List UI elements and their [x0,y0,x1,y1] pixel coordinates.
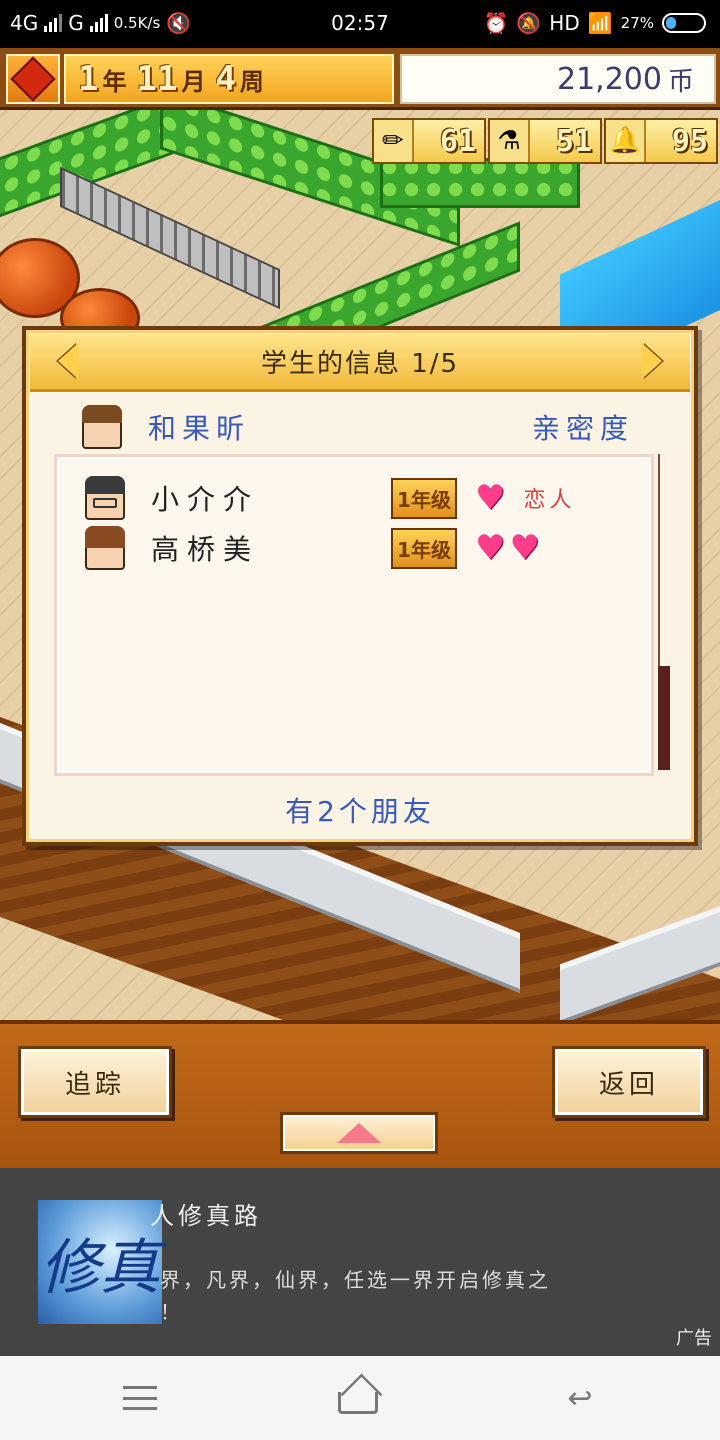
month-unit: 月 [181,67,206,96]
affinity-hearts: ♥ ♥ [475,531,540,565]
system-nav-bar: ↩ [0,1356,720,1440]
hedge [380,158,580,208]
pencil-icon: ✏ [374,120,414,162]
dialog-title: 学生的信息 1/5 [260,349,460,379]
affinity-header: 亲密度 [531,412,634,445]
student-avatar [82,405,122,449]
friend-avatar [85,476,125,520]
status-bar: 4G G 0.5K/s 🔇 02:57 ⏰ 🔕 HD 📶 27% [0,0,720,48]
grade-badge: 1年级 [391,477,457,519]
heart-icon: ♥ [475,528,506,568]
student-info-dialog: 学生的信息 1/5 和果昕 亲密度 小介介 1年级 ♥ 恋人 高桥美 1年级 ♥… [22,326,698,846]
ad-title[interactable]: 人修真路 [150,1196,262,1231]
heart-icon: ♥ [475,478,506,518]
track-button[interactable]: 追踪 [18,1046,172,1118]
stat-study: ✏ 61 [372,118,486,164]
expand-menu-button[interactable] [280,1112,438,1154]
flask-icon: ⚗ [490,120,530,162]
up-arrow-icon [337,1123,381,1143]
dialog-header: 学生的信息 1/5 [30,334,690,392]
game-date: 1 年 11 月 4 周 [64,54,394,104]
heart-icon: ♥ [509,528,540,568]
battery-icon [662,13,706,33]
year-value: 1 [78,59,99,99]
friend-count: 有2个朋友 [285,795,435,828]
season-badge[interactable] [6,54,60,104]
week-value: 4 [215,59,236,99]
maple-leaf-icon [10,56,56,102]
ad-description[interactable]: 界，凡界，仙界，任选一界开启修真之 ！ [160,1264,590,1328]
menu-icon [123,1386,157,1410]
stat-value: 61 [439,123,476,159]
ad-banner[interactable]: 修真 人修真路 界，凡界，仙界，任选一界开启修真之 ！ 广告 [0,1168,720,1356]
relation-label: 恋人 [523,488,576,513]
hd-label: HD [549,11,580,35]
student-name: 和果昕 [148,412,251,445]
wifi-icon: 📶 [587,11,613,35]
friend-name: 小介介 [151,483,260,516]
friend-avatar [85,526,125,570]
home-button[interactable] [338,1378,378,1418]
friend-list[interactable]: 小介介 1年级 ♥ 恋人 高桥美 1年级 ♥ ♥ [54,454,654,776]
scrollbar-thumb[interactable] [658,666,670,770]
stat-value: 51 [555,123,592,159]
money-display: 21,200 币 [400,54,716,104]
month-value: 11 [136,59,178,99]
stats-bar: ✏ 61 ⚗ 51 🔔 95 [370,118,718,164]
alarm-icon: ⏰ [483,11,509,35]
bottom-toolbar: 追踪 返回 [0,1020,720,1168]
home-icon [338,1392,378,1414]
menu-button[interactable] [120,1378,160,1418]
back-nav-button[interactable]: ↩ [560,1378,600,1418]
grade-badge: 1年级 [391,527,457,569]
bell-icon: 🔔 [606,120,646,162]
battery-percent: 27% [620,14,654,32]
next-student-button[interactable] [642,343,662,379]
prev-student-button[interactable] [58,343,78,379]
year-unit: 年 [102,67,127,96]
stat-value: 95 [671,123,708,159]
affinity-hearts: ♥ [475,481,505,515]
ad-image[interactable]: 修真 [38,1200,162,1324]
status-right: ⏰ 🔕 HD 📶 27% [483,11,706,35]
date-bar: 1 年 11 月 4 周 21,200 币 [0,48,720,110]
ad-label: 广告 [676,1328,712,1349]
money-value: 21,200 [557,61,662,97]
back-icon: ↩ [567,1380,593,1416]
friend-name: 高桥美 [151,533,260,566]
friend-row[interactable]: 小介介 1年级 ♥ 恋人 [85,473,645,523]
ad-image-text: 修真 [40,1232,160,1303]
stat-fame: 🔔 95 [604,118,718,164]
money-unit: 币 [667,66,694,97]
week-unit: 周 [239,67,264,96]
dnd-icon: 🔕 [516,11,542,35]
stat-science: ⚗ 51 [488,118,602,164]
student-header-row: 和果昕 亲密度 [82,402,634,452]
back-button[interactable]: 返回 [552,1046,706,1118]
friend-row[interactable]: 高桥美 1年级 ♥ ♥ [85,523,645,573]
